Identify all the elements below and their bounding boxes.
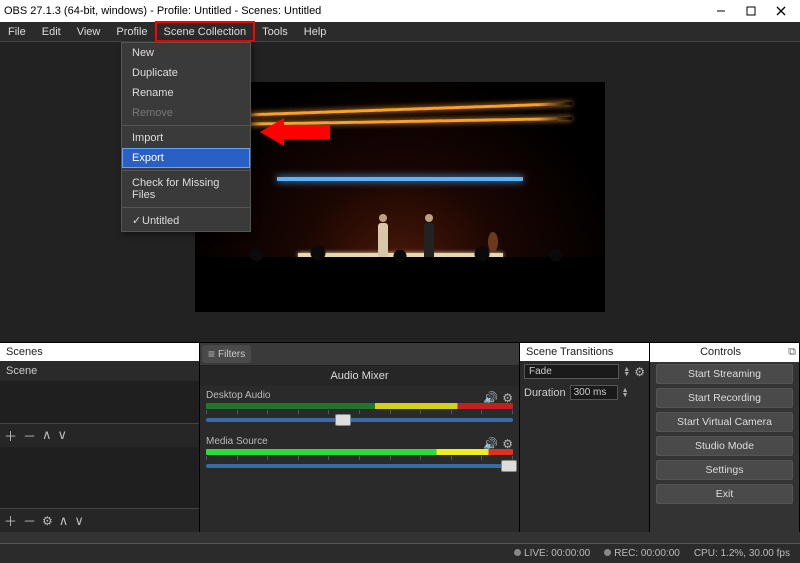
duration-input[interactable]: 300 ms xyxy=(570,385,618,400)
scene-down-button[interactable]: ∨ xyxy=(58,427,68,443)
dd-new[interactable]: New xyxy=(122,43,250,63)
filters-label: Filters xyxy=(218,349,245,360)
crowd xyxy=(195,257,605,312)
scene-up-button[interactable]: ∧ xyxy=(42,427,52,443)
dd-export[interactable]: Export xyxy=(122,148,250,168)
live-indicator-icon xyxy=(514,549,521,556)
scene-item[interactable]: Scene xyxy=(0,361,199,381)
studio-mode-button[interactable]: Studio Mode xyxy=(656,436,793,456)
status-cpu: CPU: 1.2%, 30.00 fps xyxy=(694,548,790,559)
source-properties-button[interactable]: ⚙ xyxy=(42,514,53,528)
start-streaming-button[interactable]: Start Streaming xyxy=(656,364,793,384)
dd-import[interactable]: Import xyxy=(122,128,250,148)
start-virtual-camera-button[interactable]: Start Virtual Camera xyxy=(656,412,793,432)
transition-settings-icon[interactable]: ⚙ xyxy=(634,365,645,379)
channel-label: Media Source xyxy=(206,436,513,447)
slider-thumb[interactable] xyxy=(501,460,517,472)
stage-lights xyxy=(195,88,605,128)
volume-slider[interactable] xyxy=(206,464,513,468)
window-title: OBS 27.1.3 (64-bit, windows) - Profile: … xyxy=(4,5,706,17)
annotation-arrow xyxy=(260,115,330,152)
dd-separator xyxy=(122,207,250,208)
menu-view[interactable]: View xyxy=(69,22,109,41)
window-controls xyxy=(706,0,796,22)
program-preview[interactable] xyxy=(195,82,605,312)
mixer-channel-desktop: Desktop Audio 🔊⚙ xyxy=(200,386,519,432)
dd-untitled-label: Untitled xyxy=(142,215,179,227)
dd-separator xyxy=(122,170,250,171)
add-scene-button[interactable]: ＋ xyxy=(4,426,17,445)
audio-mixer-dock: ≡ Filters Audio Mixer Desktop Audio 🔊⚙ M… xyxy=(200,343,520,532)
start-recording-button[interactable]: Start Recording xyxy=(656,388,793,408)
led-strip xyxy=(277,177,523,181)
rec-indicator-icon xyxy=(604,549,611,556)
sources-toolbar: ＋ － ⚙ ∧ ∨ xyxy=(0,508,199,532)
dd-check-missing[interactable]: Check for Missing Files xyxy=(122,173,250,205)
channel-label: Desktop Audio xyxy=(206,390,513,401)
menu-tools[interactable]: Tools xyxy=(254,22,296,41)
scenes-toolbar: ＋ － ∧ ∨ xyxy=(0,423,199,447)
mixer-title: Audio Mixer xyxy=(200,366,519,386)
menu-help[interactable]: Help xyxy=(296,22,335,41)
menu-edit[interactable]: Edit xyxy=(34,22,69,41)
dock-options-icon[interactable]: ⧉ xyxy=(788,346,796,359)
check-icon: ✓ xyxy=(132,214,142,227)
dd-separator xyxy=(122,125,250,126)
audio-meter xyxy=(206,403,513,409)
menubar: File Edit View Profile Scene Collection … xyxy=(0,22,800,42)
scenes-title: Scenes xyxy=(0,343,199,361)
sources-list[interactable] xyxy=(0,447,199,509)
audio-meter xyxy=(206,449,513,455)
scenes-list[interactable]: Scene xyxy=(0,361,199,423)
scenes-dock: Scenes Scene ＋ － ∧ ∨ ＋ － ⚙ ∧ ∨ xyxy=(0,343,200,532)
statusbar: LIVE: 00:00:00 REC: 00:00:00 CPU: 1.2%, … xyxy=(0,543,800,563)
mixer-channel-media: Media Source 🔊⚙ xyxy=(200,432,519,478)
volume-slider[interactable] xyxy=(206,418,513,422)
transition-select[interactable]: Fade xyxy=(524,364,619,379)
titlebar: OBS 27.1.3 (64-bit, windows) - Profile: … xyxy=(0,0,800,22)
close-button[interactable] xyxy=(766,0,796,22)
source-up-button[interactable]: ∧ xyxy=(59,513,69,529)
menu-scene-collection[interactable]: Scene Collection xyxy=(156,22,255,41)
filter-icon: ≡ xyxy=(208,347,215,361)
source-down-button[interactable]: ∨ xyxy=(74,513,84,529)
remove-scene-button[interactable]: － xyxy=(23,426,36,445)
exit-button[interactable]: Exit xyxy=(656,484,793,504)
dd-untitled[interactable]: ✓Untitled xyxy=(122,210,250,231)
dd-duplicate[interactable]: Duplicate xyxy=(122,63,250,83)
menu-profile[interactable]: Profile xyxy=(108,22,155,41)
controls-title: Controls⧉ xyxy=(650,343,799,362)
transition-spinner[interactable]: ▲▼ xyxy=(623,367,630,377)
duration-spinner[interactable]: ▲▼ xyxy=(622,388,629,398)
transitions-title: Scene Transitions xyxy=(520,343,649,361)
bottom-docks: Scenes Scene ＋ － ∧ ∨ ＋ － ⚙ ∧ ∨ ≡ Filters… xyxy=(0,342,800,532)
dd-remove: Remove xyxy=(122,103,250,123)
duration-label: Duration xyxy=(524,387,566,399)
status-rec: REC: 00:00:00 xyxy=(604,548,680,559)
minimize-button[interactable] xyxy=(706,0,736,22)
remove-source-button[interactable]: － xyxy=(23,511,36,530)
scene-collection-dropdown: New Duplicate Rename Remove Import Expor… xyxy=(121,42,251,232)
preview-area xyxy=(0,42,800,342)
add-source-button[interactable]: ＋ xyxy=(4,511,17,530)
mixer-header: ≡ Filters xyxy=(200,343,519,366)
slider-thumb[interactable] xyxy=(335,414,351,426)
maximize-button[interactable] xyxy=(736,0,766,22)
dd-rename[interactable]: Rename xyxy=(122,83,250,103)
menu-file[interactable]: File xyxy=(0,22,34,41)
settings-button[interactable]: Settings xyxy=(656,460,793,480)
status-live: LIVE: 00:00:00 xyxy=(514,548,590,559)
filters-button[interactable]: ≡ Filters xyxy=(202,345,251,363)
transitions-dock: Scene Transitions Fade ▲▼ ⚙ Duration 300… xyxy=(520,343,650,532)
controls-dock: Controls⧉ Start Streaming Start Recordin… xyxy=(650,343,800,532)
